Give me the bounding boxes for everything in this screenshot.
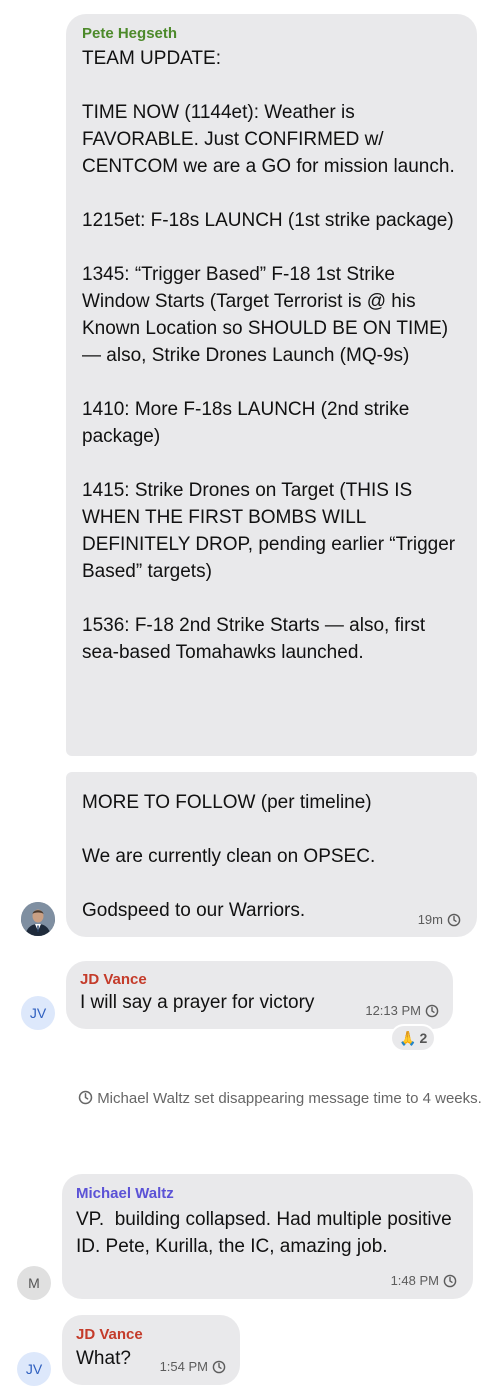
- disappearing-timer-icon: [78, 1090, 93, 1105]
- message-bubble-pete-part1[interactable]: Pete Hegseth TEAM UPDATE: TIME NOW (1144…: [66, 14, 477, 756]
- avatar-initials: M: [28, 1275, 40, 1291]
- system-notice: Michael Waltz set disappearing message t…: [70, 1088, 490, 1110]
- person-photo-icon: [21, 902, 55, 936]
- sender-name: JD Vance: [80, 971, 147, 988]
- message-bubble-jd-vance-1[interactable]: JD Vance I will say a prayer for victory…: [66, 961, 453, 1029]
- message-bubble-pete-part2[interactable]: MORE TO FOLLOW (per timeline) We are cur…: [66, 772, 477, 937]
- disappearing-timer-icon: [212, 1360, 226, 1373]
- system-notice-text: Michael Waltz set disappearing message t…: [97, 1090, 482, 1107]
- message-timestamp: 1:48 PM: [391, 1273, 457, 1288]
- disappearing-timer-icon: [443, 1274, 457, 1287]
- avatar[interactable]: [21, 902, 55, 936]
- timestamp-text: 1:54 PM: [159, 1359, 208, 1374]
- timestamp-text: 19m: [417, 912, 443, 927]
- timestamp-text: 12:13 PM: [365, 1003, 421, 1018]
- avatar-initials: JV: [29, 1005, 47, 1021]
- message-text: MORE TO FOLLOW (per timeline) We are cur…: [82, 792, 376, 921]
- disappearing-timer-icon: [425, 1004, 439, 1017]
- avatar[interactable]: JV: [17, 1352, 51, 1386]
- message-bubble-michael-waltz[interactable]: Michael Waltz VP. building collapsed. Ha…: [62, 1174, 473, 1299]
- sender-name: Michael Waltz: [76, 1185, 174, 1202]
- avatar-initials: JV: [25, 1361, 43, 1377]
- reaction-badge[interactable]: 🙏 2: [390, 1024, 437, 1052]
- sender-name: JD Vance: [76, 1326, 143, 1343]
- timestamp-text: 1:48 PM: [390, 1273, 439, 1288]
- sender-name: Pete Hegseth: [82, 25, 178, 42]
- message-timestamp: 19m: [418, 912, 461, 927]
- avatar[interactable]: JV: [21, 996, 55, 1030]
- message-bubble-jd-vance-2[interactable]: JD Vance What? 1:54 PM: [62, 1315, 240, 1385]
- reaction-count: 2: [419, 1030, 428, 1046]
- avatar[interactable]: M: [17, 1266, 51, 1300]
- message-text: TEAM UPDATE: TIME NOW (1144et): Weather …: [82, 48, 456, 663]
- message-timestamp: 12:13 PM: [365, 1003, 439, 1018]
- message-timestamp: 1:54 PM: [160, 1359, 226, 1374]
- praying-hands-icon: 🙏: [399, 1029, 417, 1046]
- disappearing-timer-icon: [447, 913, 461, 926]
- message-text: VP. building collapsed. Had multiple pos…: [76, 1209, 457, 1257]
